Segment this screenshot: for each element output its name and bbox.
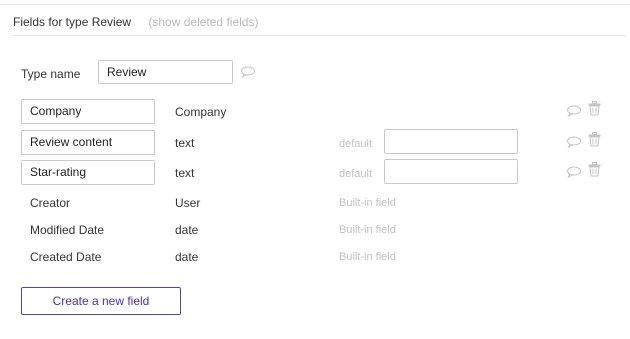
- type-name-input[interactable]: Review: [98, 60, 233, 84]
- comment-icon[interactable]: [240, 66, 256, 78]
- builtin-field-name-modified-date: Modified Date: [30, 223, 105, 237]
- field-type-star-rating[interactable]: text: [175, 166, 194, 180]
- default-value-input-star-rating[interactable]: [384, 159, 518, 184]
- builtin-field-type-modified-date: date: [175, 223, 199, 237]
- field-type-review-content[interactable]: text: [175, 136, 194, 150]
- trash-icon[interactable]: [588, 132, 601, 147]
- builtin-field-type-created-date: date: [175, 250, 199, 264]
- builtin-field-note: Built-in field: [339, 224, 396, 236]
- create-new-field-button[interactable]: Create a new field: [21, 287, 181, 315]
- top-divider: [0, 4, 630, 5]
- builtin-field-name-created-date: Created Date: [30, 250, 102, 264]
- field-name-input-star-rating[interactable]: Star-rating: [21, 160, 155, 185]
- builtin-field-type-creator: User: [175, 196, 201, 210]
- fields-panel: Fields for type Review (show deleted fie…: [0, 0, 630, 339]
- comment-icon[interactable]: [566, 166, 582, 178]
- type-name-label: Type name: [21, 67, 81, 81]
- trash-icon[interactable]: [588, 101, 601, 116]
- default-value-input-review-content[interactable]: [384, 129, 518, 154]
- show-deleted-fields-link[interactable]: (show deleted fields): [148, 15, 258, 29]
- trash-icon[interactable]: [588, 162, 601, 177]
- builtin-field-note: Built-in field: [339, 197, 396, 209]
- comment-icon[interactable]: [566, 136, 582, 148]
- section-title: Fields for type Review: [13, 15, 132, 29]
- default-label: default: [339, 138, 373, 150]
- builtin-field-name-creator: Creator: [30, 196, 71, 210]
- section-header: Fields for type Review (show deleted fie…: [13, 15, 258, 29]
- field-name-input-review-content[interactable]: Review content: [21, 130, 155, 155]
- builtin-field-note: Built-in field: [339, 251, 396, 263]
- field-type-company[interactable]: Company: [175, 105, 226, 119]
- default-label: default: [339, 168, 373, 180]
- field-name-input-company[interactable]: Company: [21, 99, 155, 124]
- header-divider: [13, 35, 626, 36]
- comment-icon[interactable]: [566, 105, 582, 117]
